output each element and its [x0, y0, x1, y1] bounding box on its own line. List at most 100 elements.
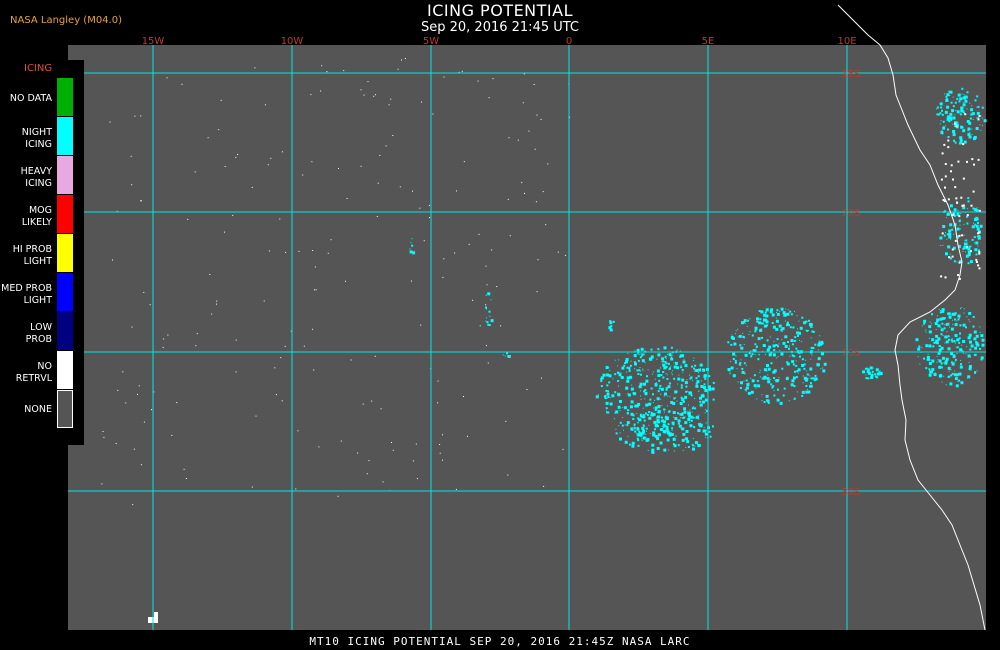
- icing-pixel: [613, 418, 615, 420]
- speck-pixel: [338, 168, 339, 169]
- icing-pixel: [940, 328, 944, 332]
- icing-pixel: [691, 365, 694, 368]
- icing-pixel: [775, 379, 779, 383]
- icing-pixel: [764, 354, 766, 356]
- speck-pixel: [472, 299, 474, 301]
- icing-pixel: [955, 342, 956, 344]
- speck-pixel: [216, 300, 218, 302]
- icing-pixel: [608, 374, 612, 378]
- icing-pixel: [931, 338, 935, 342]
- icing-pixel: [666, 438, 670, 442]
- speck-pixel: [533, 84, 535, 85]
- icing-pixel: [949, 253, 951, 255]
- speck-pixel: [443, 76, 445, 78]
- speck-pixel: [232, 214, 234, 216]
- icing-pixel: [626, 424, 629, 427]
- land-pixel: [958, 261, 961, 264]
- icing-pixel: [955, 110, 957, 112]
- icing-pixel: [679, 350, 681, 352]
- icing-pixel: [821, 352, 824, 356]
- speck-pixel: [432, 113, 434, 115]
- icing-pixel: [681, 354, 685, 358]
- icing-pixel: [661, 405, 663, 407]
- icing-pixel: [756, 320, 759, 323]
- icing-pixel: [773, 349, 776, 351]
- icing-pixel: [942, 244, 944, 246]
- icing-pixel: [946, 213, 949, 216]
- icing-pixel: [643, 430, 645, 432]
- icing-pixel: [727, 368, 731, 371]
- icing-pixel: [941, 322, 944, 325]
- icing-pixel: [959, 365, 963, 369]
- icing-pixel: [744, 388, 747, 391]
- icing-pixel: [606, 411, 609, 414]
- icing-pixel: [637, 373, 640, 375]
- speck-pixel: [399, 186, 401, 188]
- icing-pixel: [702, 368, 705, 371]
- icing-pixel: [750, 355, 753, 358]
- icing-pixel: [962, 323, 966, 327]
- icing-pixel: [946, 98, 949, 100]
- speck-pixel: [311, 161, 313, 163]
- icing-pixel: [954, 318, 957, 321]
- speck-pixel: [496, 286, 498, 288]
- speck-pixel: [314, 289, 315, 291]
- icing-pixel: [751, 379, 755, 383]
- icing-pixel: [967, 133, 971, 137]
- icing-pixel: [694, 364, 697, 367]
- icing-pixel: [953, 208, 957, 212]
- icing-pixel: [947, 136, 950, 138]
- speck-pixel: [492, 78, 494, 80]
- icing-pixel: [942, 126, 946, 130]
- speck-pixel: [320, 90, 322, 92]
- icing-pixel: [647, 369, 649, 371]
- icing-pixel: [956, 346, 959, 349]
- land-pixel: [957, 274, 960, 276]
- icing-pixel: [749, 331, 751, 333]
- icing-pixel: [612, 330, 614, 332]
- speck-pixel: [318, 446, 320, 448]
- icing-pixel: [694, 445, 696, 447]
- icing-pixel: [822, 367, 824, 369]
- speck-pixel: [463, 161, 465, 163]
- icing-pixel: [699, 363, 703, 367]
- speck-pixel: [209, 274, 211, 275]
- icing-pixel: [640, 347, 644, 351]
- icing-pixel: [930, 370, 933, 374]
- speck-pixel: [524, 192, 525, 194]
- icing-pixel: [631, 445, 633, 447]
- icing-pixel: [953, 139, 955, 142]
- icing-pixel: [936, 361, 938, 363]
- icing-pixel: [949, 90, 953, 94]
- icing-pixel: [712, 381, 715, 384]
- icing-pixel: [972, 316, 975, 318]
- icing-pixel: [692, 425, 694, 427]
- icing-pixel: [644, 392, 648, 396]
- icing-pixel: [640, 373, 642, 376]
- icing-pixel: [865, 377, 868, 380]
- icing-pixel: [754, 353, 756, 355]
- icing-pixel: [696, 415, 700, 419]
- icing-pixel: [654, 406, 658, 410]
- icing-pixel: [637, 439, 640, 442]
- icing-pixel: [606, 384, 609, 387]
- icing-pixel: [950, 327, 954, 331]
- icing-pixel: [775, 319, 779, 323]
- speck-pixel: [302, 174, 304, 176]
- icing-pixel: [940, 366, 943, 369]
- icing-pixel: [645, 403, 649, 407]
- icing-pixel: [507, 355, 511, 358]
- land-pixel: [942, 199, 945, 201]
- speck-pixel: [543, 485, 545, 487]
- legend-item-no-retrieval: NO RETRVL: [0, 351, 84, 389]
- icing-pixel: [644, 362, 646, 364]
- icing-pixel: [750, 377, 752, 379]
- icing-pixel: [693, 360, 695, 362]
- icing-pixel: [670, 365, 672, 367]
- speck-pixel: [264, 104, 266, 106]
- icing-pixel: [637, 402, 641, 406]
- icing-pixel: [951, 110, 953, 112]
- icing-pixel: [802, 375, 804, 377]
- icing-pixel: [627, 435, 629, 437]
- icing-pixel: [663, 346, 667, 350]
